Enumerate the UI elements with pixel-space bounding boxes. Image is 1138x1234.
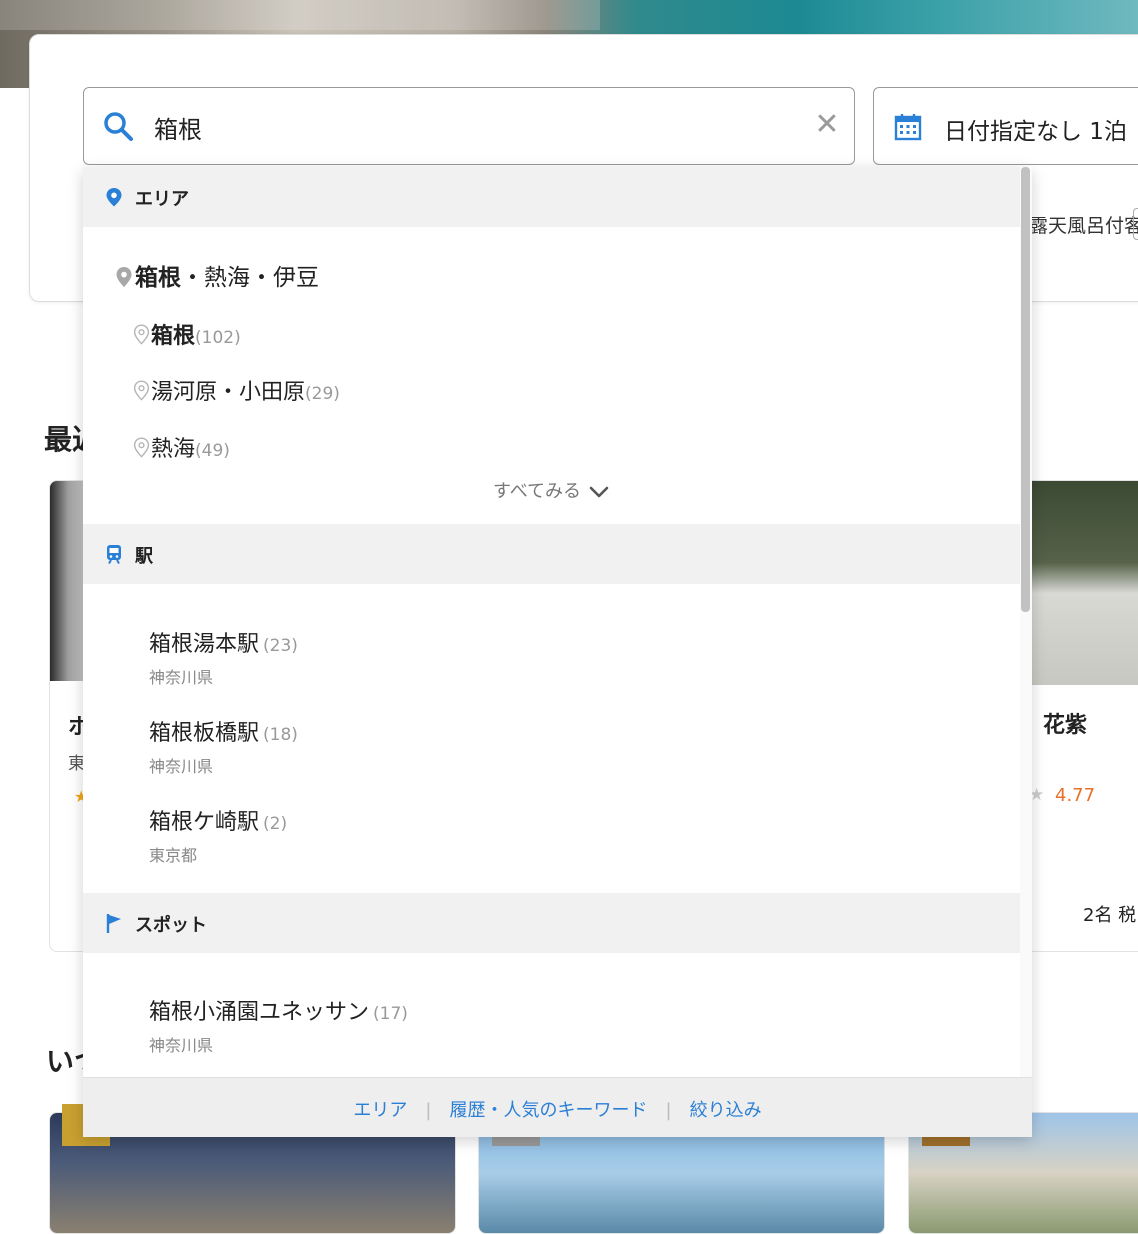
room-filter-checkbox[interactable] (1133, 208, 1138, 240)
footer-link-filter[interactable]: 絞り込み (690, 1100, 762, 1121)
area-section-header: エリア (83, 167, 1032, 227)
area-count: (102) (195, 328, 241, 348)
hotel-card-right[interactable]: 花紫 箱根 ★ 4.77 2名 税 (1020, 480, 1138, 952)
scrollbar-thumb[interactable] (1021, 167, 1030, 612)
station-count: (18) (263, 725, 298, 745)
spot-prefecture: 神奈川県 (149, 1036, 214, 1055)
location-pin-outline-icon (133, 324, 150, 345)
suggestion-spot[interactable]: 箱根小涌園ユネッサン (17) 神奈川県 (149, 994, 408, 1056)
autocomplete-dropdown: エリア 箱根・熱海・伊豆 箱根(102) 湯河原・小田原(29) 熱海(49) … (83, 167, 1032, 1137)
suggestion-area-child[interactable]: 箱根(102) (133, 318, 241, 350)
location-pin-icon (106, 188, 122, 207)
station-name: 箱根ケ崎駅 (149, 810, 260, 835)
suggestion-area-child[interactable]: 熱海(49) (133, 431, 230, 463)
footer-link-history[interactable]: 履歴・人気のキーワード (450, 1100, 648, 1121)
suggestion-station[interactable]: 箱根湯本駅 (23) 神奈川県 (149, 626, 298, 688)
spot-name: 箱根小涌園ユネッサン (149, 1000, 370, 1025)
train-icon (107, 545, 121, 564)
area-name: 湯河原・小田原 (151, 380, 306, 405)
location-pin-icon (116, 267, 132, 287)
area-count: (49) (195, 441, 230, 461)
search-input[interactable] (154, 108, 794, 146)
suggestion-list[interactable]: エリア 箱根・熱海・伊豆 箱根(102) 湯河原・小田原(29) 熱海(49) … (83, 167, 1032, 1077)
station-name: 箱根湯本駅 (149, 632, 260, 657)
chevron-down-icon (589, 486, 609, 498)
clear-icon[interactable]: ✕ (810, 108, 844, 142)
room-filter-label[interactable]: 露天風呂付客室 (1029, 211, 1138, 238)
area-name: 熱海 (151, 437, 196, 462)
area-header-label: エリア (135, 189, 189, 210)
dropdown-scrollbar[interactable] (1020, 167, 1032, 1077)
station-prefecture: 神奈川県 (149, 668, 214, 687)
search-icon (104, 112, 133, 141)
location-pin-outline-icon (133, 437, 150, 458)
station-name: 箱根板橋駅 (149, 721, 260, 746)
area-count: (29) (305, 384, 340, 404)
highlight-match: 箱根 (151, 324, 196, 349)
hotel-photo (1021, 481, 1138, 685)
hotel-price: 2名 税 (1083, 905, 1137, 926)
footer-link-area[interactable]: エリア (353, 1100, 407, 1121)
hotel-title: 花紫 (1043, 713, 1088, 738)
station-section-header: 駅 (83, 524, 1032, 584)
station-prefecture: 東京都 (149, 846, 198, 865)
flag-icon (106, 914, 121, 933)
location-pin-outline-icon (133, 380, 150, 401)
suggestion-station[interactable]: 箱根板橋駅 (18) 神奈川県 (149, 715, 298, 777)
dropdown-footer: エリア | 履歴・人気のキーワード | 絞り込み (83, 1077, 1032, 1137)
date-picker[interactable]: 日付指定なし 1泊 (873, 87, 1138, 165)
see-all-label: すべてみる (493, 481, 582, 502)
suggestion-area-child[interactable]: 湯河原・小田原(29) (133, 374, 340, 406)
highlight-match: 箱根 (135, 265, 181, 291)
date-text: 日付指定なし 1泊 (944, 119, 1127, 145)
station-prefecture: 神奈川県 (149, 757, 214, 776)
see-all-button[interactable]: すべてみる (493, 477, 609, 503)
footer-separator: | (665, 1100, 672, 1121)
spot-section-header: スポット (83, 893, 1032, 953)
suggestion-area-parent[interactable]: 箱根・熱海・伊豆 (115, 258, 319, 292)
area-parent-rest: ・熱海・伊豆 (181, 265, 319, 291)
footer-separator: | (425, 1100, 432, 1121)
spot-count: (17) (373, 1004, 408, 1024)
hotel-rating: 4.77 (1055, 785, 1096, 806)
station-header-label: 駅 (135, 546, 153, 567)
spot-header-label: スポット (135, 915, 207, 936)
keyword-search-box[interactable]: ✕ (83, 87, 855, 165)
station-count: (2) (263, 814, 288, 834)
calendar-icon (894, 114, 922, 141)
station-count: (23) (263, 636, 298, 656)
suggestion-station[interactable]: 箱根ケ崎駅 (2) 東京都 (149, 804, 287, 866)
